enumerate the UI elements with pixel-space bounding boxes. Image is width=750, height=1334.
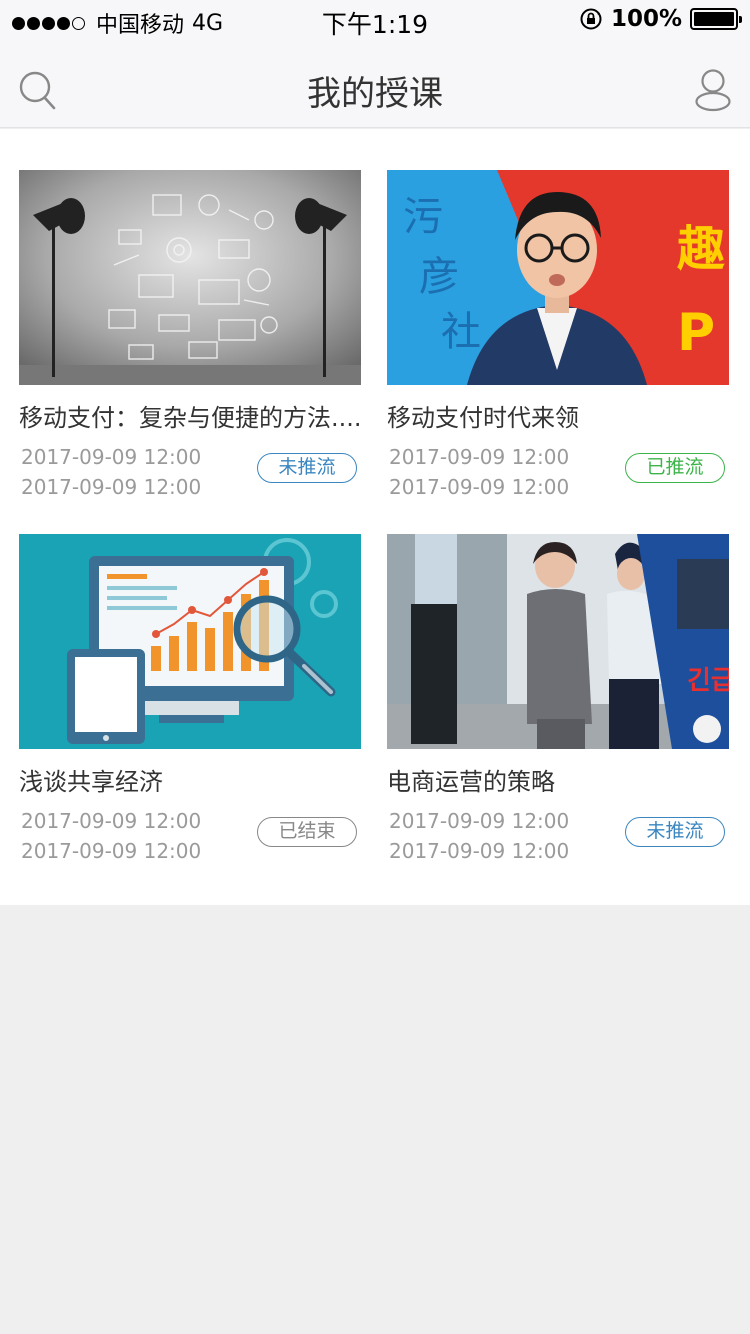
status-badge: 已结束 (257, 817, 357, 847)
svg-text:彦: 彦 (419, 254, 459, 300)
battery-icon (690, 8, 742, 30)
start-time: 2017-09-09 12:00 (21, 445, 202, 469)
course-card[interactable]: 移动支付：复杂与便捷的方法..... 2017-09-09 12:00 2017… (19, 170, 361, 500)
svg-text:社: 社 (441, 309, 481, 355)
svg-text:P: P (677, 303, 715, 363)
end-time: 2017-09-09 12:00 (389, 475, 570, 499)
status-badge: 已推流 (625, 453, 725, 483)
svg-text:趣: 趣 (677, 221, 725, 277)
user-icon[interactable] (694, 68, 732, 112)
status-badge: 未推流 (257, 453, 357, 483)
course-times: 2017-09-09 12:00 2017-09-09 12:00 (389, 806, 569, 866)
course-list: 移动支付：复杂与便捷的方法..... 2017-09-09 12:00 2017… (0, 129, 750, 905)
svg-text:긴급: 긴급 (687, 666, 729, 696)
page-title: 我的授课 (307, 74, 443, 114)
course-title: 浅谈共享经济 (19, 768, 163, 796)
course-times: 2017-09-09 12:00 2017-09-09 12:00 (21, 806, 201, 866)
status-right: 100% (579, 6, 742, 32)
course-times: 2017-09-09 12:00 2017-09-09 12:00 (21, 442, 201, 502)
course-card[interactable]: 浅谈共享经济 2017-09-09 12:00 2017-09-09 12:00… (19, 534, 361, 864)
course-card[interactable]: 긴급 电商运营的策略 2017-09-09 12:00 2017-09-09 1… (387, 534, 729, 864)
status-bar: 中国移动 4G 下午1:19 100% (0, 0, 750, 40)
end-time: 2017-09-09 12:00 (389, 839, 570, 863)
start-time: 2017-09-09 12:00 (389, 809, 570, 833)
course-thumbnail-analytics (19, 534, 361, 749)
start-time: 2017-09-09 12:00 (21, 809, 202, 833)
svg-text:污: 污 (403, 194, 443, 240)
course-thumbnail-portrait: 污 彦 社 趣 P (387, 170, 729, 385)
course-card[interactable]: 污 彦 社 趣 P 移动支付时代来领 2017-09-09 12:00 2017… (387, 170, 729, 500)
end-time: 2017-09-09 12:00 (21, 839, 202, 863)
battery-percent: 100% (610, 6, 682, 32)
course-times: 2017-09-09 12:00 2017-09-09 12:00 (389, 442, 569, 502)
course-title: 移动支付：复杂与便捷的方法..... (19, 404, 361, 432)
course-title: 电商运营的策略 (387, 768, 555, 796)
end-time: 2017-09-09 12:00 (21, 475, 202, 499)
status-badge: 未推流 (625, 817, 725, 847)
nav-bar: 我的授课 (0, 40, 750, 128)
start-time: 2017-09-09 12:00 (389, 445, 570, 469)
orientation-lock-icon (580, 8, 602, 30)
course-thumbnail-studio (19, 170, 361, 385)
course-thumbnail-news-photo: 긴급 (387, 534, 729, 749)
course-title: 移动支付时代来领 (387, 404, 579, 432)
